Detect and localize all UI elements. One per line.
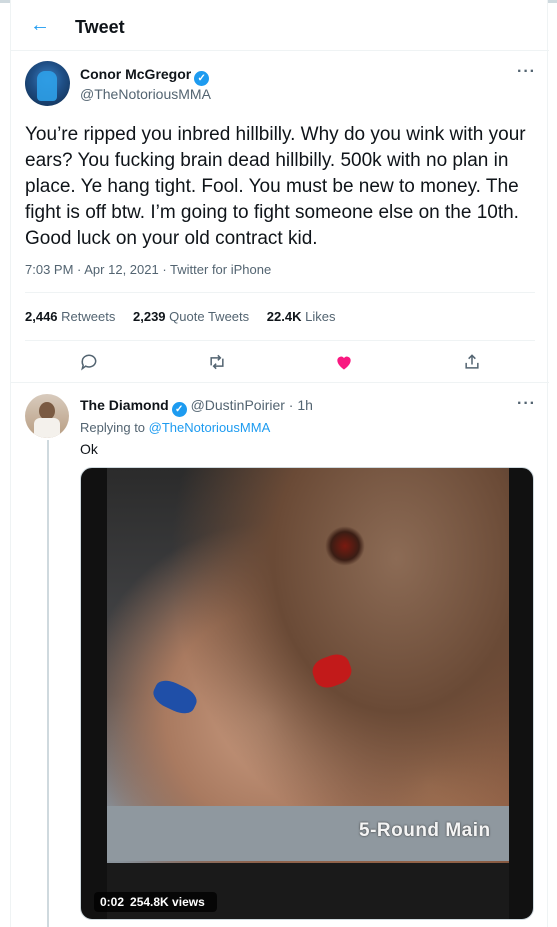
page-header: ← Tweet [11, 3, 549, 51]
reply-icon[interactable] [75, 348, 103, 376]
author-name-row[interactable]: Conor McGregor ✓ [80, 66, 210, 86]
video-views: 254.8K views [130, 895, 205, 909]
quotes-count: 2,239 [133, 309, 166, 324]
video-duration: 0:02 [100, 895, 125, 909]
retweet-icon[interactable] [203, 348, 231, 376]
tweet-meta: 7:03 PM · Apr 12, 2021 · Twitter for iPh… [25, 262, 272, 277]
retweets-count: 2,446 [25, 309, 58, 324]
video-info-badge: 0:02 254.8K views [94, 892, 217, 912]
tweet-time[interactable]: 7:03 PM [25, 262, 73, 277]
tweet-actions [11, 348, 549, 376]
reply-age[interactable]: 1h [297, 397, 313, 413]
divider [25, 340, 535, 341]
replying-prefix: Replying to [80, 420, 146, 435]
reply-text: Ok [80, 441, 98, 457]
replying-to: Replying to @TheNotoriousMMA [80, 420, 270, 435]
thread-line [47, 440, 49, 927]
author-name[interactable]: Conor McGregor [80, 66, 191, 82]
more-dots-icon[interactable]: ··· [517, 63, 536, 81]
tweet-date[interactable]: Apr 12, 2021 [84, 262, 158, 277]
divider [11, 382, 549, 383]
quotes-label: Quote Tweets [169, 309, 250, 324]
likes-count: 22.4K [266, 309, 302, 324]
video-detail [325, 526, 365, 566]
retweets-label: Retweets [61, 309, 116, 324]
verified-badge-icon: ✓ [171, 402, 187, 417]
replying-to-link[interactable]: @TheNotoriousMMA [149, 420, 271, 435]
tweet-page: ← Tweet Conor McGregor ✓ @TheNotoriousMMA… [10, 0, 549, 927]
author-handle[interactable]: @TheNotoriousMMA [80, 86, 211, 102]
divider [25, 292, 535, 293]
likes-stat[interactable]: 22.4K Likes [267, 309, 336, 324]
reply-author-handle[interactable]: @DustinPoirier [191, 397, 285, 413]
tweet-text: You’re ripped you inbred hillbilly. Why … [25, 124, 526, 249]
tweet-stats: 2,446 Retweets 2,239 Quote Tweets 22.4K … [25, 309, 349, 324]
share-icon[interactable] [458, 348, 486, 376]
heart-icon[interactable] [330, 348, 358, 376]
video-overlay-text: 5-Round Main [359, 820, 491, 841]
more-dots-icon[interactable]: ··· [517, 395, 536, 413]
reply-author-row: The Diamond ✓ @DustinPoirier · 1h [80, 397, 313, 417]
video-player[interactable]: 5-Round Main 0:02 254.8K views [80, 467, 534, 920]
tweet-source[interactable]: Twitter for iPhone [170, 262, 271, 277]
retweets-stat[interactable]: 2,446 Retweets [25, 309, 115, 324]
reply-author-name[interactable]: The Diamond [80, 397, 169, 413]
page-title: Tweet [75, 17, 125, 37]
likes-label: Likes [305, 309, 336, 324]
avatar[interactable] [25, 61, 70, 106]
arrow-left-icon[interactable]: ← [29, 14, 51, 36]
verified-badge-icon: ✓ [194, 71, 210, 86]
quote-tweets-stat[interactable]: 2,239 Quote Tweets [133, 309, 249, 324]
avatar[interactable] [25, 394, 69, 438]
